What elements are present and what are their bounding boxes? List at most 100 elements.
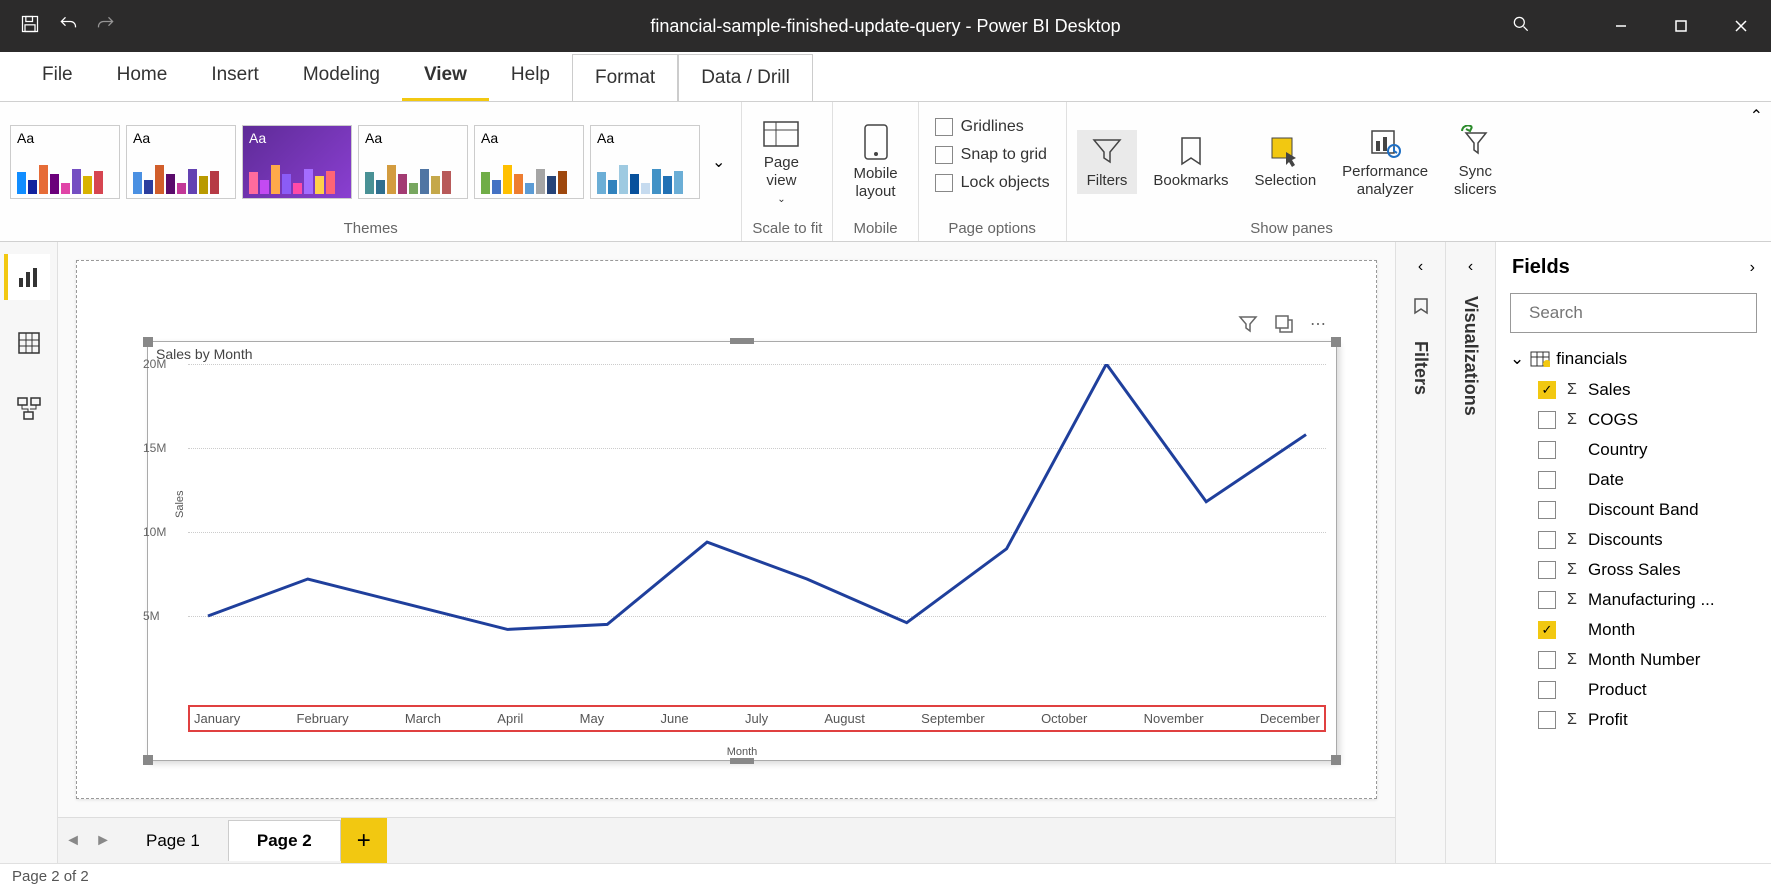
resize-handle[interactable] xyxy=(143,755,153,765)
field-month[interactable]: ✓ Month xyxy=(1496,615,1771,645)
field-checkbox[interactable] xyxy=(1538,711,1556,729)
theme-option-2[interactable]: Aa xyxy=(126,125,236,199)
field-country[interactable]: Country xyxy=(1496,435,1771,465)
x-axis-labels: JanuaryFebruaryMarchAprilMayJuneJulyAugu… xyxy=(188,705,1326,732)
field-checkbox[interactable]: ✓ xyxy=(1538,621,1556,639)
main-area: ⋯ Sales by Month Sales 5M10M15M20M Janua… xyxy=(0,242,1771,863)
expand-visualizations-icon[interactable]: ‹ xyxy=(1468,258,1473,276)
close-button[interactable] xyxy=(1711,0,1771,52)
theme-option-3[interactable]: Aa xyxy=(242,125,352,199)
field-checkbox[interactable] xyxy=(1538,531,1556,549)
tab-data-drill[interactable]: Data / Drill xyxy=(678,54,813,101)
field-label: COGS xyxy=(1588,410,1638,430)
ribbon-group-mobile: Mobile xyxy=(843,216,907,241)
status-bar: Page 2 of 2 xyxy=(0,863,1771,893)
field-checkbox[interactable] xyxy=(1538,681,1556,699)
field-date[interactable]: Date xyxy=(1496,465,1771,495)
resize-handle[interactable] xyxy=(1331,337,1341,347)
theme-option-6[interactable]: Aa xyxy=(590,125,700,199)
data-view-button[interactable] xyxy=(6,320,52,366)
field-month-number[interactable]: ΣMonth Number xyxy=(1496,645,1771,675)
field-checkbox[interactable] xyxy=(1538,651,1556,669)
sync-slicers-button[interactable]: Sync slicers xyxy=(1444,121,1507,203)
field-gross-sales[interactable]: ΣGross Sales xyxy=(1496,555,1771,585)
field-cogs[interactable]: ΣCOGS xyxy=(1496,405,1771,435)
snap-checkbox[interactable]: Snap to grid xyxy=(935,144,1047,166)
bookmark-toggle-icon[interactable] xyxy=(1411,296,1431,321)
table-financials[interactable]: ⌄ financials xyxy=(1496,343,1771,375)
collapse-fields-icon[interactable]: › xyxy=(1750,259,1755,277)
save-icon[interactable] xyxy=(20,14,40,39)
field-manufacturing-[interactable]: ΣManufacturing ... xyxy=(1496,585,1771,615)
x-tick: April xyxy=(497,711,523,726)
redo-icon[interactable] xyxy=(96,14,116,39)
gridlines-checkbox[interactable]: Gridlines xyxy=(935,116,1024,138)
chart-title: Sales by Month xyxy=(148,342,1336,366)
search-icon[interactable] xyxy=(1511,14,1531,39)
field-profit[interactable]: ΣProfit xyxy=(1496,705,1771,735)
page-tab-2[interactable]: Page 2 xyxy=(228,820,341,861)
model-view-button[interactable] xyxy=(6,386,52,432)
visual-more-icon[interactable]: ⋯ xyxy=(1310,314,1326,339)
x-tick: May xyxy=(580,711,605,726)
tab-file[interactable]: File xyxy=(20,52,95,101)
field-label: Month xyxy=(1588,620,1635,640)
field-discount-band[interactable]: Discount Band xyxy=(1496,495,1771,525)
tab-modeling[interactable]: Modeling xyxy=(281,52,402,101)
minimize-button[interactable] xyxy=(1591,0,1651,52)
mobile-layout-button[interactable]: Mobile layout xyxy=(843,119,907,205)
resize-handle[interactable] xyxy=(1331,755,1341,765)
field-checkbox[interactable] xyxy=(1538,411,1556,429)
visual-filter-icon[interactable] xyxy=(1238,314,1258,339)
theme-option-5[interactable]: Aa xyxy=(474,125,584,199)
report-view-button[interactable] xyxy=(4,254,50,300)
field-product[interactable]: Product xyxy=(1496,675,1771,705)
y-tick: 5M xyxy=(143,609,160,623)
field-discounts[interactable]: Σ Discounts xyxy=(1496,525,1771,555)
field-checkbox[interactable] xyxy=(1538,501,1556,519)
field-checkbox[interactable]: ✓ xyxy=(1538,381,1556,399)
field-label: Discounts xyxy=(1588,530,1663,550)
theme-option-1[interactable]: Aa xyxy=(10,125,120,199)
fields-search[interactable] xyxy=(1510,293,1757,333)
chart-visual[interactable]: ⋯ Sales by Month Sales 5M10M15M20M Janua… xyxy=(147,341,1337,761)
next-page-icon[interactable]: ► xyxy=(88,832,118,850)
maximize-button[interactable] xyxy=(1651,0,1711,52)
tab-format[interactable]: Format xyxy=(572,54,678,101)
report-canvas[interactable]: ⋯ Sales by Month Sales 5M10M15M20M Janua… xyxy=(76,260,1377,799)
lock-checkbox[interactable]: Lock objects xyxy=(935,172,1050,194)
selection-button[interactable]: Selection xyxy=(1244,130,1326,194)
resize-handle[interactable] xyxy=(730,758,754,764)
field-checkbox[interactable] xyxy=(1538,441,1556,459)
fields-search-input[interactable] xyxy=(1529,303,1750,323)
visual-focus-icon[interactable] xyxy=(1274,314,1294,339)
filters-pane-button[interactable]: Filters xyxy=(1077,130,1138,194)
tab-view[interactable]: View xyxy=(402,52,489,101)
collapse-ribbon-icon[interactable]: ⌃ xyxy=(1750,106,1763,126)
performance-button[interactable]: Performance analyzer xyxy=(1332,121,1438,203)
field-checkbox[interactable] xyxy=(1538,561,1556,579)
page-tab-1[interactable]: Page 1 xyxy=(118,821,228,861)
bookmarks-button[interactable]: Bookmarks xyxy=(1143,130,1238,194)
theme-option-4[interactable]: Aa xyxy=(358,125,468,199)
tab-insert[interactable]: Insert xyxy=(189,52,281,101)
field-checkbox[interactable] xyxy=(1538,471,1556,489)
field-sales[interactable]: ✓ΣSales xyxy=(1496,375,1771,405)
sigma-icon: Σ xyxy=(1564,531,1580,549)
expand-filters-icon[interactable]: ‹ xyxy=(1418,258,1423,276)
field-checkbox[interactable] xyxy=(1538,591,1556,609)
resize-handle[interactable] xyxy=(143,337,153,347)
resize-handle[interactable] xyxy=(730,338,754,344)
menubar: File Home Insert Modeling View Help Form… xyxy=(0,52,1771,102)
tab-home[interactable]: Home xyxy=(95,52,190,101)
themes-dropdown-icon[interactable]: ⌄ xyxy=(706,152,731,172)
undo-icon[interactable] xyxy=(58,14,78,39)
page-tabs: ◄ ► Page 1 Page 2 + xyxy=(58,817,1395,863)
sigma-icon: Σ xyxy=(1564,561,1580,579)
tab-help[interactable]: Help xyxy=(489,52,572,101)
page-view-button[interactable]: Page view ⌄ xyxy=(752,114,810,210)
x-tick: March xyxy=(405,711,441,726)
sigma-icon: Σ xyxy=(1564,381,1580,399)
add-page-button[interactable]: + xyxy=(341,818,387,864)
prev-page-icon[interactable]: ◄ xyxy=(58,832,88,850)
